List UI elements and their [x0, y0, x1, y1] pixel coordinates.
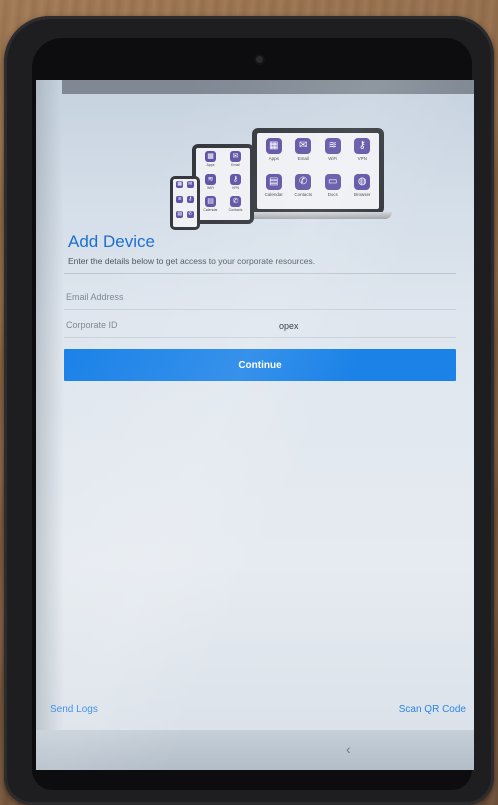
laptop-app-wifi: ≋ WiFi [319, 138, 347, 172]
mail-icon: ✉ [230, 151, 241, 162]
app-label: Contacts [228, 208, 243, 213]
app-label: Docs [327, 191, 338, 197]
page-subtitle: Enter the details below to get access to… [68, 256, 316, 266]
app-label: Calendar [203, 208, 218, 213]
laptop-app-grid: ▦ Apps ✉ Email ≋ WiFi ⚷ VPN ▤ Calendar ✆ Contacts ▭ D… [257, 133, 379, 209]
corporate-id-input[interactable] [64, 314, 456, 337]
key-icon: ⚷ [186, 196, 194, 203]
status-bar [62, 80, 474, 94]
laptop-app-calendar: ▤ Calendar [260, 173, 288, 208]
laptop-app-contacts: ✆ Contacts [290, 173, 318, 208]
grid-icon: ▦ [265, 138, 282, 154]
app-label: Contacts [294, 191, 313, 197]
wifi-icon: ≋ [205, 173, 216, 185]
phone-icon: ✆ [186, 211, 194, 218]
phone-icon: ✆ [295, 173, 312, 190]
laptop-screen: ▦ Apps ✉ Email ≋ WiFi ⚷ VPN ▤ Calendar ✆ Contacts ▭ D… [252, 128, 384, 214]
tablet-app-vpn: ⚷ VPN [224, 173, 247, 195]
globe-icon: ◍ [354, 173, 371, 190]
phone-app-email: ✉Email [186, 181, 196, 195]
calendar-icon: ▤ [265, 173, 282, 190]
phone-illustration: ▦Apps✉Email≋WiFi⚷VPN▤Calendar✆Contacts [170, 176, 200, 230]
wifi-icon: ≋ [176, 196, 184, 203]
phone-app-apps: ▦Apps [175, 181, 185, 195]
system-nav-bar: ‹ [36, 730, 474, 770]
tablet-app-calendar: ▤ Calendar [199, 196, 222, 217]
wifi-icon: ≋ [324, 138, 341, 154]
doc-icon: ▭ [324, 173, 341, 190]
phone-app-grid: ▦Apps✉Email≋WiFi⚷VPN▤Calendar✆Contacts [173, 179, 197, 227]
tablet-app-email: ✉ Email [224, 151, 247, 172]
app-label: Email [297, 156, 309, 161]
app-label: WiFi [328, 156, 338, 161]
screen-shadow [36, 80, 64, 770]
device-screen: ▦ Apps ✉ Email ≋ WiFi ⚷ VPN ▤ Calendar ✆ Contacts ▭ D… [36, 80, 474, 770]
calendar-icon: ▤ [205, 196, 216, 208]
laptop-illustration: ▦ Apps ✉ Email ≋ WiFi ⚷ VPN ▤ Calendar ✆ Contacts ▭ D… [244, 128, 392, 224]
app-label: WiFi [207, 185, 214, 190]
front-camera [256, 56, 263, 63]
tablet-app-contacts: ✆ Contacts [224, 196, 247, 217]
tablet-app-grid: ▦ Apps ✉ Email ≋ WiFi ⚷ VPN ▤ Calendar ✆ Contacts [196, 148, 250, 220]
laptop-app-apps: ▦ Apps [260, 138, 288, 172]
phone-icon: ✆ [230, 196, 241, 208]
continue-button[interactable]: Continue [64, 349, 456, 381]
laptop-base [244, 212, 392, 219]
app-label: Apps [268, 156, 279, 161]
tablet-app-wifi: ≋ WiFi [199, 173, 222, 195]
phone-app-calendar: ▤Calendar [175, 211, 185, 225]
phone-app-vpn: ⚷VPN [186, 196, 196, 210]
phone-app-wifi: ≋WiFi [175, 196, 185, 210]
app-label: Email [231, 163, 240, 167]
laptop-app-docs: ▭ Docs [319, 173, 347, 208]
app-label: VPN [357, 156, 367, 161]
email-field[interactable]: Email Address [64, 286, 456, 310]
laptop-app-vpn: ⚷ VPN [349, 138, 377, 172]
send-logs-link[interactable]: Send Logs [50, 704, 98, 715]
tablet-illustration: ▦ Apps ✉ Email ≋ WiFi ⚷ VPN ▤ Calendar ✆ Contacts [192, 144, 254, 224]
email-input[interactable] [64, 286, 456, 309]
laptop-app-email: ✉ Email [290, 138, 318, 172]
app-label: Browser [353, 191, 371, 197]
grid-icon: ▦ [176, 181, 184, 188]
key-icon: ⚷ [230, 173, 241, 185]
hero-illustration: ▦ Apps ✉ Email ≋ WiFi ⚷ VPN ▤ Calendar ✆ Contacts ▭ D… [62, 94, 474, 230]
calendar-icon: ▤ [176, 211, 184, 218]
app-label: VPN [231, 185, 240, 190]
grid-icon: ▦ [205, 151, 216, 162]
app-label: Calendar [264, 191, 283, 197]
mail-icon: ✉ [295, 138, 312, 154]
laptop-app-browser: ◍ Browser [349, 173, 377, 208]
chevron-left-icon[interactable]: ‹ [346, 741, 351, 757]
phone-app-contacts: ✆Contacts [186, 211, 196, 225]
mail-icon: ✉ [186, 181, 194, 188]
key-icon: ⚷ [354, 138, 371, 154]
tablet-app-apps: ▦ Apps [199, 151, 222, 172]
scan-qr-code-link[interactable]: Scan QR Code [399, 704, 466, 715]
corporate-id-field[interactable]: Corporate ID [64, 314, 456, 338]
page-title: Add Device [68, 232, 155, 251]
divider [64, 273, 456, 274]
app-label: Apps [206, 163, 215, 167]
tablet-case: ▦ Apps ✉ Email ≋ WiFi ⚷ VPN ▤ Calendar ✆ Contacts ▭ D… [4, 16, 494, 805]
